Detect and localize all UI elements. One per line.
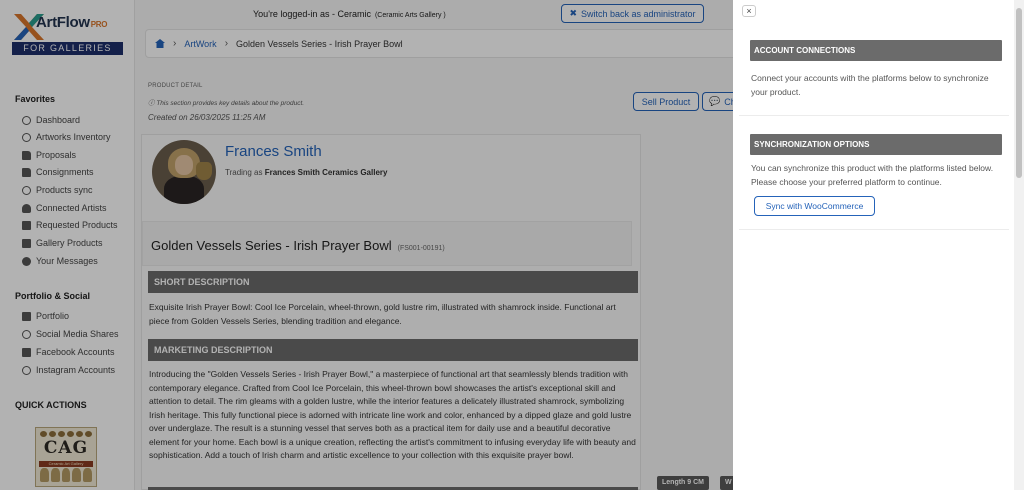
scroll-thumb[interactable] xyxy=(1016,8,1022,178)
sync-options-text: You can synchronize this product with th… xyxy=(751,163,994,187)
modal-backdrop[interactable] xyxy=(0,0,733,490)
sync-woocommerce-button[interactable]: Sync with WooCommerce xyxy=(754,196,875,216)
sync-panel: × ACCOUNT CONNECTIONS Connect your accou… xyxy=(733,0,1024,490)
close-panel-button[interactable]: × xyxy=(742,5,756,17)
account-connections-text: Connect your accounts with the platforms… xyxy=(751,73,989,97)
sync-options-heading: SYNCHRONIZATION OPTIONS xyxy=(750,134,1002,155)
account-connections-heading: ACCOUNT CONNECTIONS xyxy=(750,40,1002,61)
panel-scrollbar[interactable] xyxy=(1014,0,1024,490)
